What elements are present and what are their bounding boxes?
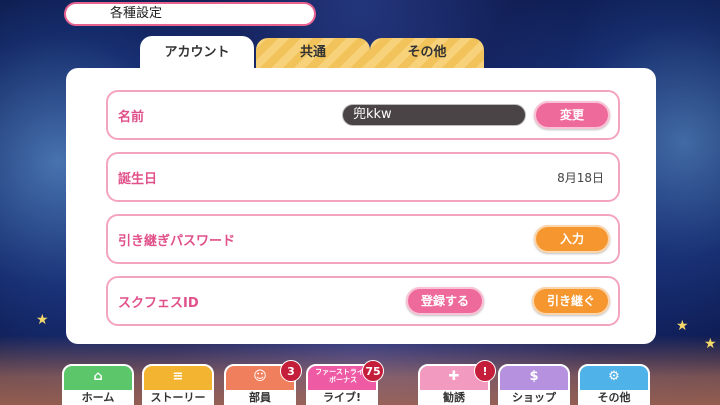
birthday-row: 誕生日 8月18日 bbox=[106, 152, 620, 202]
nav-scout[interactable]: ✚ 勧誘 ! bbox=[418, 360, 496, 405]
name-field[interactable]: 兜kkw bbox=[342, 104, 526, 126]
nav-shop[interactable]: $ ショップ bbox=[498, 364, 570, 405]
scout-badge: ! bbox=[474, 360, 496, 382]
nav-home[interactable]: ⌂ ホーム bbox=[62, 364, 134, 405]
story-icon: ≡ bbox=[172, 369, 184, 384]
members-icon: ☺ bbox=[253, 369, 267, 384]
name-row: 名前 兜kkw 変更 bbox=[106, 90, 620, 140]
nav-scout-label: 勧誘 bbox=[420, 390, 488, 405]
settings-panel: 名前 兜kkw 変更 誕生日 8月18日 引き継ぎパスワード 入力 スクフェスI… bbox=[66, 68, 656, 344]
star-icon: ★ bbox=[704, 336, 717, 352]
live-badge: 75 bbox=[362, 360, 384, 382]
nav-members-label: 部員 bbox=[226, 390, 294, 405]
nav-live[interactable]: ファーストライブボーナス ♪ ライブ! 75 bbox=[306, 360, 384, 405]
name-label: 名前 bbox=[118, 110, 145, 125]
nav-story[interactable]: ≡ ストーリー bbox=[142, 364, 214, 405]
password-row: 引き継ぎパスワード 入力 bbox=[106, 214, 620, 264]
nav-shop-label: ショップ bbox=[500, 390, 568, 405]
register-button[interactable]: 登録する bbox=[406, 287, 484, 315]
change-name-button[interactable]: 変更 bbox=[534, 101, 610, 129]
nav-other-label: その他 bbox=[580, 390, 648, 405]
star-icon: ★ bbox=[36, 312, 49, 328]
sif-id-label: スクフェスID bbox=[118, 296, 199, 311]
transfer-button[interactable]: 引き継ぐ bbox=[532, 287, 610, 315]
members-badge: 3 bbox=[280, 360, 302, 382]
tab-common[interactable]: 共通 bbox=[256, 38, 370, 68]
bottom-nav: ⌂ ホーム ≡ ストーリー ☺ 部員 3 ファーストライブボーナス ♪ ライブ!… bbox=[62, 360, 658, 405]
home-icon: ⌂ bbox=[93, 369, 103, 384]
tab-account[interactable]: アカウント bbox=[140, 36, 254, 70]
scout-icon: ✚ bbox=[448, 369, 460, 384]
tab-other[interactable]: その他 bbox=[370, 38, 484, 68]
enter-password-button[interactable]: 入力 bbox=[534, 225, 610, 253]
birthday-value: 8月18日 bbox=[557, 171, 604, 185]
nav-members[interactable]: ☺ 部員 3 bbox=[224, 360, 302, 405]
shop-icon: $ bbox=[529, 369, 539, 384]
nav-story-label: ストーリー bbox=[144, 390, 212, 405]
page-title: 各種設定 bbox=[64, 2, 316, 26]
password-label: 引き継ぎパスワード bbox=[118, 234, 236, 249]
sif-id-row: スクフェスID 登録する 引き継ぐ bbox=[106, 276, 620, 326]
nav-home-label: ホーム bbox=[64, 390, 132, 405]
star-icon: ★ bbox=[676, 318, 689, 334]
nav-live-label: ライブ! bbox=[308, 390, 376, 405]
nav-other[interactable]: ⚙ その他 bbox=[578, 364, 650, 405]
birthday-label: 誕生日 bbox=[118, 172, 158, 187]
gear-icon: ⚙ bbox=[608, 369, 620, 384]
